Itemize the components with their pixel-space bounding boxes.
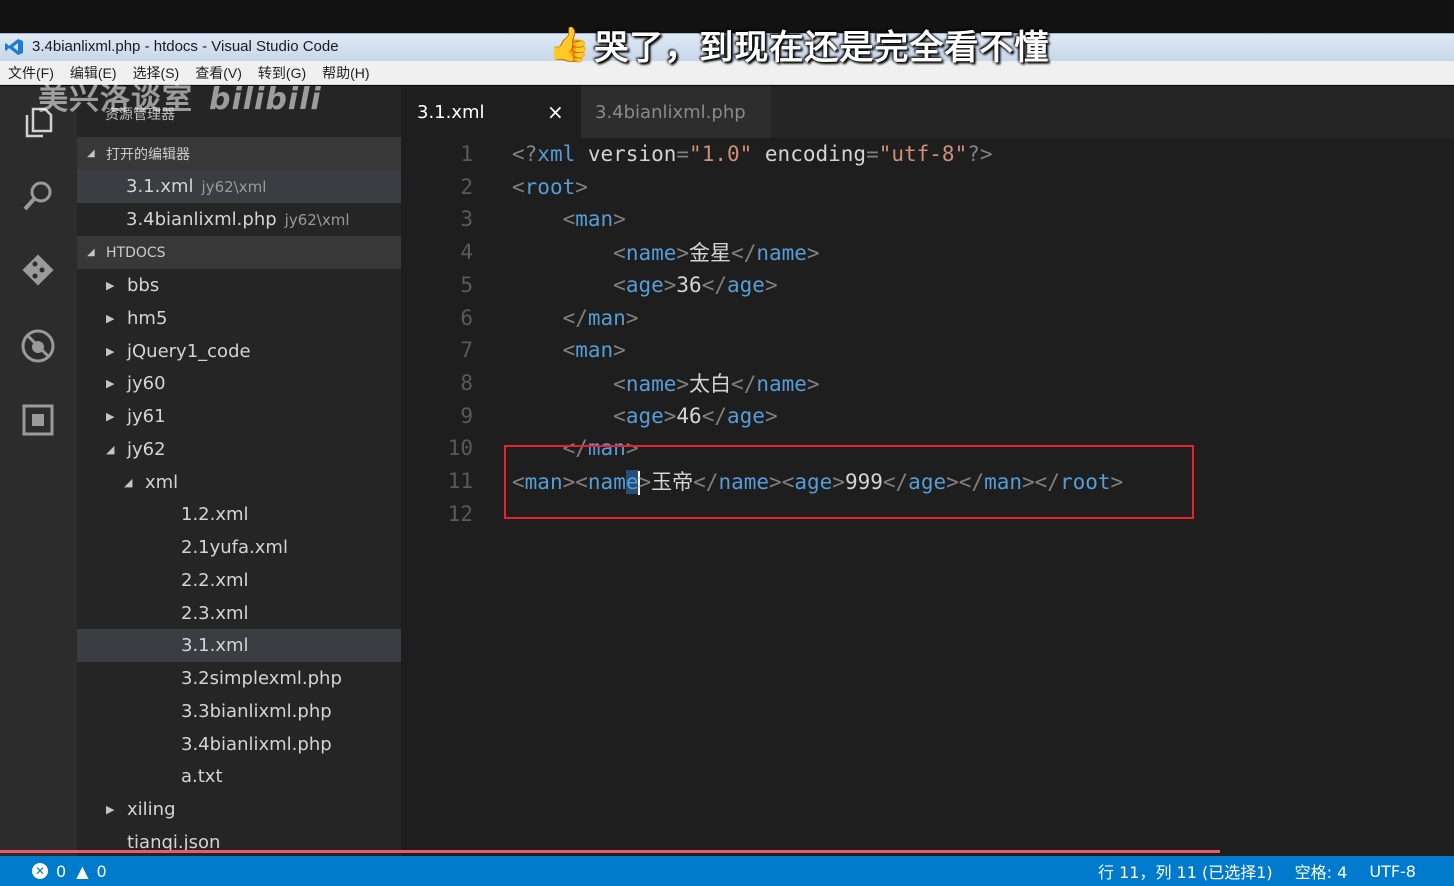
line-number: 6 xyxy=(460,305,473,330)
tree-file[interactable]: tianqi.json xyxy=(77,826,401,859)
chevron-right-icon: ▶ xyxy=(106,410,115,423)
tree-folder[interactable]: ▶ bbs xyxy=(77,269,401,302)
tree-file[interactable]: 2.1yufa.xml xyxy=(77,531,401,564)
line-code: <name>金星</name> xyxy=(613,241,820,266)
code-line[interactable]: 5 <age>36</age> xyxy=(401,269,1454,301)
line-number: 8 xyxy=(460,370,473,395)
line-number: 5 xyxy=(460,272,473,297)
extensions-icon[interactable] xyxy=(18,400,58,440)
tree-file[interactable]: 3.4bianlixml.php xyxy=(77,728,401,761)
line-code: <root> xyxy=(512,174,588,199)
status-bar: ✕ 0 ▲ 0 行 11，列 11 (已选择1) 空格: 4 UTF-8 xyxy=(0,856,1454,886)
tree-file[interactable]: 2.2.xml xyxy=(77,564,401,597)
chevron-right-icon: ▶ xyxy=(106,344,115,358)
error-icon[interactable]: ✕ xyxy=(32,863,48,879)
error-count[interactable]: 0 xyxy=(56,862,66,881)
line-code: <man> xyxy=(562,207,626,232)
encoding[interactable]: UTF-8 xyxy=(1369,862,1416,881)
warning-icon[interactable]: ▲ xyxy=(76,862,88,881)
chevron-right-icon: ▶ xyxy=(106,279,115,292)
activity-bar xyxy=(0,86,77,856)
tree-file[interactable]: 3.1.xml xyxy=(77,629,401,663)
editor-scrollbar[interactable] xyxy=(1440,138,1454,856)
line-number: 1 xyxy=(460,142,473,166)
code-line[interactable]: 8 <name>太白</name> xyxy=(401,367,1454,399)
indentation[interactable]: 空格: 4 xyxy=(1295,859,1348,883)
code-line[interactable]: 3 <man> xyxy=(401,203,1454,235)
line-number: 3 xyxy=(460,207,473,232)
caret-down-icon: ◢ xyxy=(87,148,95,159)
code-line[interactable]: 2 <root> xyxy=(401,171,1454,203)
chevron-right-icon: ▶ xyxy=(106,377,115,391)
tree-folder[interactable]: ▶ xiling xyxy=(77,793,401,826)
annotation-highlight-box xyxy=(504,445,1194,519)
htdocs-folder-header[interactable]: ◢ HTDOCS xyxy=(77,236,401,269)
code-line[interactable]: 9 <age>46</age> xyxy=(401,400,1454,432)
line-number: 9 xyxy=(460,403,473,428)
open-editor-item[interactable]: 3.4bianlixml.php jy62\xml xyxy=(77,203,401,236)
close-icon[interactable]: × xyxy=(547,100,564,124)
line-code: <?xml version="1.0" encoding="utf-8"?> xyxy=(512,142,993,166)
thumbs-up-icon: 👍 xyxy=(548,24,591,65)
code-line[interactable]: 6 </man> xyxy=(401,302,1454,334)
code-line[interactable]: 7 <man> xyxy=(401,334,1454,366)
code-line[interactable]: 4 <name>金星</name> xyxy=(401,236,1454,268)
chevron-right-icon: ▶ xyxy=(106,803,115,816)
vscode-logo-icon xyxy=(5,39,23,55)
chevron-down-icon: ◢ xyxy=(124,475,133,489)
line-number: 11 xyxy=(447,469,473,493)
line-code: </man> xyxy=(562,305,639,330)
line-code: <age>36</age> xyxy=(613,272,778,297)
warning-count[interactable]: 0 xyxy=(97,862,107,881)
tree-folder[interactable]: ▶ hm5 xyxy=(77,302,401,335)
tree-file[interactable]: 3.3bianlixml.php xyxy=(77,695,401,728)
chevron-down-icon: ◢ xyxy=(106,442,115,456)
tab-3-4bianlixml-php[interactable]: 3.4bianlixml.php xyxy=(581,86,771,138)
tree-file[interactable]: 1.2.xml xyxy=(77,498,401,531)
explorer-sidebar: 资源管理器 ◢ 打开的编辑器 3.1.xml jy62\xml 3.4bianli… xyxy=(77,86,401,856)
tree-file[interactable]: 3.2simplexml.php xyxy=(77,662,401,695)
debug-icon[interactable] xyxy=(18,326,58,366)
video-progress-bar[interactable] xyxy=(0,850,1220,853)
open-editors-header[interactable]: ◢ 打开的编辑器 xyxy=(77,137,401,170)
line-code: <man> xyxy=(562,338,626,363)
tree-folder[interactable]: ▶ jy61 xyxy=(77,400,401,433)
search-icon[interactable] xyxy=(18,176,58,216)
line-number: 7 xyxy=(460,338,473,363)
chevron-right-icon: ▶ xyxy=(106,311,115,325)
video-caption: 👍 哭了，到现在还是完全看不懂 xyxy=(548,24,1050,69)
tree-file[interactable]: a.txt xyxy=(77,760,401,793)
window-title: 3.4bianlixml.php - htdocs - Visual Studi… xyxy=(32,38,339,55)
editor-tabs: 3.1.xml × 3.4bianlixml.php xyxy=(401,86,1454,138)
tree-folder[interactable]: ◢ xml xyxy=(77,466,401,499)
line-code: <name>太白</name> xyxy=(613,371,820,396)
watermark: 美兴洛谈室 bilibili xyxy=(38,82,322,117)
menu-help[interactable]: 帮助(H) xyxy=(322,63,369,83)
line-number: 2 xyxy=(460,174,473,199)
bilibili-logo: bilibili xyxy=(209,82,322,117)
line-code: <age>46</age> xyxy=(613,403,778,428)
open-editor-item[interactable]: 3.1.xml jy62\xml xyxy=(77,170,401,203)
tab-3-1-xml[interactable]: 3.1.xml × xyxy=(401,86,581,138)
tree-folder[interactable]: ◢ jy62 xyxy=(77,433,401,466)
cursor-position[interactable]: 行 11，列 11 (已选择1) xyxy=(1098,859,1273,883)
tree-file[interactable]: 2.3.xml xyxy=(77,597,401,630)
line-number: 12 xyxy=(447,501,473,526)
code-line[interactable]: 1 <?xml version="1.0" encoding="utf-8"?> xyxy=(401,138,1454,170)
caret-down-icon: ◢ xyxy=(87,247,95,258)
git-icon[interactable] xyxy=(18,250,58,290)
line-number: 4 xyxy=(460,240,473,265)
line-number: 10 xyxy=(447,436,473,461)
tree-folder[interactable]: ▶ jy60 xyxy=(77,367,401,400)
tree-folder[interactable]: ▶ jQuery1_code xyxy=(77,335,401,368)
